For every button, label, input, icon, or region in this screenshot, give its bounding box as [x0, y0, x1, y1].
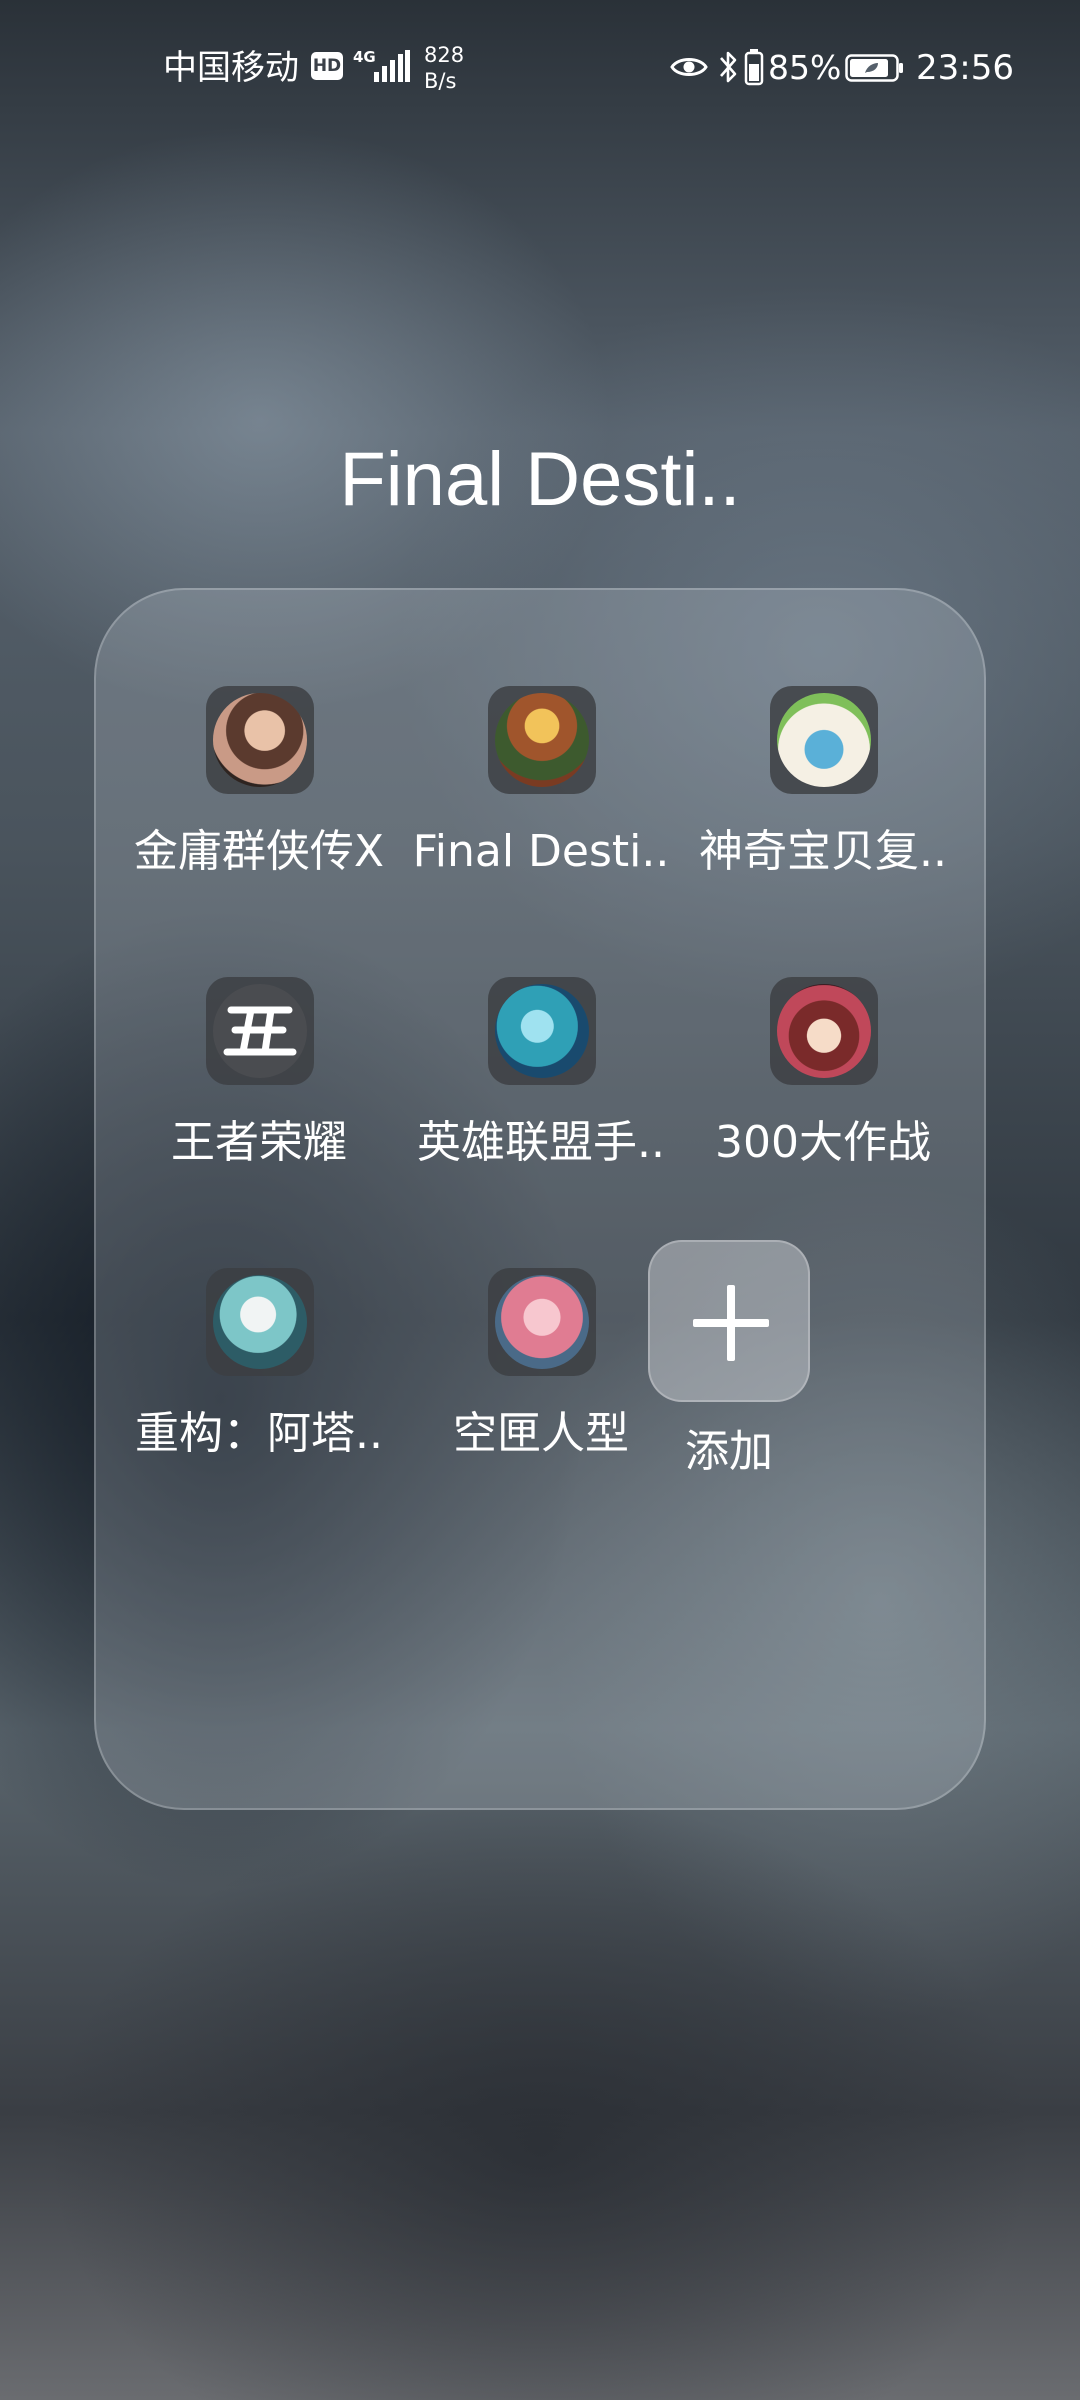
- app-item[interactable]: 英雄联盟手..: [400, 881, 682, 1168]
- app-icon-art: [495, 693, 589, 787]
- folder-panel: 金庸群侠传X Final Desti.. 神奇宝贝复.. 王者荣耀 英雄联盟手.. 300…: [94, 588, 986, 1810]
- app-label: 300大作战: [715, 1117, 931, 1168]
- app-label: 王者荣耀: [171, 1117, 347, 1168]
- folder-title[interactable]: Final Desti..: [0, 430, 1080, 530]
- app-icon-art: [495, 1275, 589, 1369]
- app-icon-art: [213, 984, 307, 1078]
- net-speed-unit: B/s: [424, 69, 457, 93]
- atlantis-app-icon[interactable]: [206, 1268, 314, 1376]
- app-label: Final Desti..: [412, 826, 670, 877]
- net-speed: 828 B/s: [424, 42, 464, 94]
- app-icon-art: [213, 1275, 307, 1369]
- honor-of-kings-app-icon[interactable]: [206, 977, 314, 1085]
- app-icon-art: [213, 693, 307, 787]
- signal-icon: [374, 50, 410, 82]
- final-destiny-app-icon[interactable]: [488, 686, 596, 794]
- bluetooth-icon: [720, 51, 737, 83]
- app-icon-art: [777, 693, 871, 787]
- league-of-legends-app-icon[interactable]: [488, 977, 596, 1085]
- app-label: 金庸群侠传X: [133, 826, 385, 877]
- battery-saver-icon: [744, 49, 764, 86]
- app-item[interactable]: 重构：阿塔..: [118, 1172, 400, 1459]
- 300-battle-app-icon[interactable]: [770, 977, 878, 1085]
- status-bar: 中国移动 HD 4G 828 B/s 85% 23:56: [0, 0, 1080, 136]
- add-app-button[interactable]: [648, 1240, 810, 1402]
- app-item[interactable]: 金庸群侠传X: [118, 590, 400, 877]
- net-speed-value: 828: [424, 43, 465, 67]
- empty-box-doll-app-icon[interactable]: [488, 1268, 596, 1376]
- battery-percent: 85%: [768, 48, 842, 87]
- app-icon-art: [777, 984, 871, 1078]
- hd-icon: HD: [311, 52, 343, 80]
- eye-icon: [670, 58, 708, 76]
- app-icon-art: [495, 984, 589, 1078]
- pokemon-app-icon[interactable]: [770, 686, 878, 794]
- app-item[interactable]: 王者荣耀: [118, 881, 400, 1168]
- app-item[interactable]: 空匣人型: [400, 1172, 682, 1459]
- carrier-name: 中国移动: [163, 48, 299, 88]
- plus-icon: [693, 1285, 769, 1361]
- battery-icon: [845, 54, 903, 82]
- app-label: 神奇宝贝复..: [699, 826, 947, 877]
- app-item[interactable]: Final Desti..: [400, 590, 682, 877]
- jinyong-app-icon[interactable]: [206, 686, 314, 794]
- clock: 23:56: [916, 48, 1014, 88]
- app-item[interactable]: 神奇宝贝复..: [682, 590, 964, 877]
- add-app-label: 添加: [685, 1426, 773, 1477]
- app-item[interactable]: 300大作战: [682, 881, 964, 1168]
- app-label: 英雄联盟手..: [417, 1117, 665, 1168]
- app-label: 重构：阿塔..: [135, 1408, 383, 1459]
- network-type: 4G: [353, 48, 376, 66]
